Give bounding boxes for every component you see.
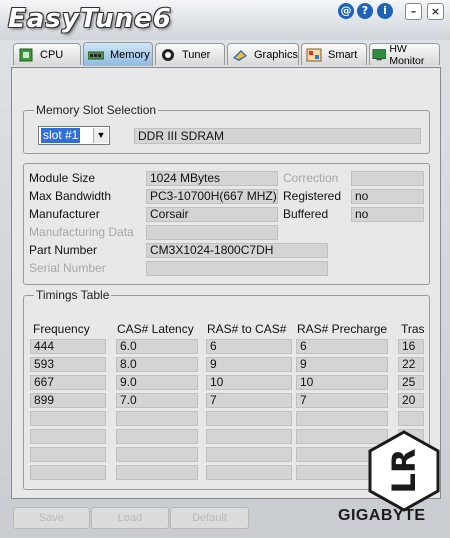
header-ras-to-cas: RAS# to CAS# <box>207 322 287 336</box>
cell-cas-latency: 7.0 <box>116 393 198 408</box>
cell-tras <box>398 411 424 426</box>
slot-selection-group: Memory Slot Selection slot #1 ▼ DDR III … <box>23 103 430 154</box>
tuner-icon <box>162 48 174 61</box>
cell-ras-to-cas <box>206 465 292 480</box>
tab-cpu[interactable]: CPU <box>13 43 81 65</box>
lr-watermark-text: LR <box>385 448 423 493</box>
tab-cpu-label: CPU <box>40 48 64 61</box>
serial-number-label: Serial Number <box>29 261 106 275</box>
cell-ras-precharge: 9 <box>296 357 388 372</box>
cell-ras-to-cas: 10 <box>206 375 292 390</box>
cell-cas-latency: 8.0 <box>116 357 198 372</box>
graphics-icon <box>232 49 247 61</box>
cell-ras-precharge <box>296 411 388 426</box>
cell-ras-to-cas: 6 <box>206 339 292 354</box>
cell-ras-to-cas: 7 <box>206 393 292 408</box>
cell-frequency: 593 <box>30 357 106 372</box>
module-info-group: Module Size 1024 MBytes Correction Max B… <box>23 163 430 285</box>
title-bar: EasyTune6 @ ? i – × <box>0 0 450 40</box>
manufacturing-data-label: Manufacturing Data <box>29 225 134 239</box>
cell-frequency: 667 <box>30 375 106 390</box>
info-icon[interactable]: i <box>377 3 393 19</box>
hw-monitor-icon <box>372 48 386 60</box>
default-button[interactable]: Default <box>170 507 249 529</box>
slot-select[interactable]: slot #1 ▼ <box>38 126 110 145</box>
header-ras-precharge: RAS# Precharge <box>297 322 388 336</box>
load-button[interactable]: Load <box>91 507 169 529</box>
tab-hw-monitor[interactable]: HW Monitor <box>369 42 440 67</box>
cell-ras-to-cas <box>206 429 292 444</box>
tab-bar: CPU Memory Tuner Graphics Smart HW Monit… <box>10 42 440 67</box>
memory-type-field: DDR III SDRAM <box>134 128 421 144</box>
cell-cas-latency <box>116 465 198 480</box>
cell-cas-latency <box>116 411 198 426</box>
tab-smart[interactable]: Smart <box>301 43 367 65</box>
registered-field: no <box>351 189 424 204</box>
at-icon[interactable]: @ <box>338 3 354 19</box>
module-size-field: 1024 MBytes <box>146 171 278 186</box>
cell-frequency <box>30 465 106 480</box>
cell-ras-precharge: 10 <box>296 375 388 390</box>
manufacturer-field: Corsair <box>146 207 278 222</box>
tab-memory[interactable]: Memory <box>83 42 153 66</box>
buffered-label: Buffered <box>283 207 329 221</box>
correction-field <box>351 171 424 186</box>
module-size-label: Module Size <box>29 171 96 185</box>
app-window: EasyTune6 @ ? i – × CPU Memory Tuner Gra… <box>0 0 450 538</box>
header-cas-latency: CAS# Latency <box>117 322 194 336</box>
part-number-field: CM3X1024-1800C7DH <box>146 243 328 258</box>
max-bandwidth-field: PC3-10700H(667 MHZ) <box>146 189 278 204</box>
cell-cas-latency <box>116 429 198 444</box>
cell-ras-to-cas: 9 <box>206 357 292 372</box>
tab-hw-monitor-label: HW Monitor <box>389 42 425 67</box>
max-bandwidth-label: Max Bandwidth <box>29 189 112 203</box>
tab-graphics[interactable]: Graphics <box>227 43 299 65</box>
cell-tras: 25 <box>398 375 424 390</box>
cell-ras-precharge: 7 <box>296 393 388 408</box>
cell-ras-precharge: 6 <box>296 339 388 354</box>
registered-label: Registered <box>283 189 342 203</box>
manufacturer-label: Manufacturer <box>29 207 100 221</box>
tab-smart-label: Smart <box>328 48 358 61</box>
save-button[interactable]: Save <box>13 507 90 529</box>
serial-number-field <box>146 261 328 276</box>
cell-tras: 22 <box>398 357 424 372</box>
tab-memory-label: Memory <box>110 48 150 61</box>
header-frequency: Frequency <box>33 322 90 336</box>
slot-select-value: slot #1 <box>41 128 81 143</box>
tab-tuner-label: Tuner <box>182 48 211 61</box>
part-number-label: Part Number <box>29 243 98 257</box>
chevron-down-icon[interactable]: ▼ <box>93 128 108 143</box>
cell-cas-latency: 9.0 <box>116 375 198 390</box>
smart-icon <box>306 48 322 61</box>
help-icon[interactable]: ? <box>357 3 373 19</box>
cpu-icon <box>19 48 33 61</box>
cell-frequency <box>30 429 106 444</box>
timings-legend: Timings Table <box>34 288 112 302</box>
tab-graphics-label: Graphics <box>253 48 298 61</box>
cell-frequency: 899 <box>30 393 106 408</box>
cell-frequency <box>30 411 106 426</box>
cell-frequency: 444 <box>30 339 106 354</box>
manufacturing-data-field <box>146 225 278 240</box>
buffered-field: no <box>351 207 424 222</box>
cell-ras-to-cas <box>206 411 292 426</box>
cell-cas-latency <box>116 447 198 462</box>
lr-watermark-logo: LR <box>368 430 440 512</box>
memory-icon <box>88 51 104 59</box>
slot-selection-legend: Memory Slot Selection <box>34 103 159 117</box>
cell-tras: 16 <box>398 339 424 354</box>
minimize-icon[interactable]: – <box>405 3 422 20</box>
correction-label: Correction <box>283 171 339 185</box>
close-icon[interactable]: × <box>427 3 444 20</box>
cell-tras: 20 <box>398 393 424 408</box>
cell-frequency <box>30 447 106 462</box>
app-logo: EasyTune6 <box>8 4 172 34</box>
header-tras: Tras <box>401 322 425 336</box>
tab-tuner[interactable]: Tuner <box>155 43 225 65</box>
cell-ras-to-cas <box>206 447 292 462</box>
cell-cas-latency: 6.0 <box>116 339 198 354</box>
